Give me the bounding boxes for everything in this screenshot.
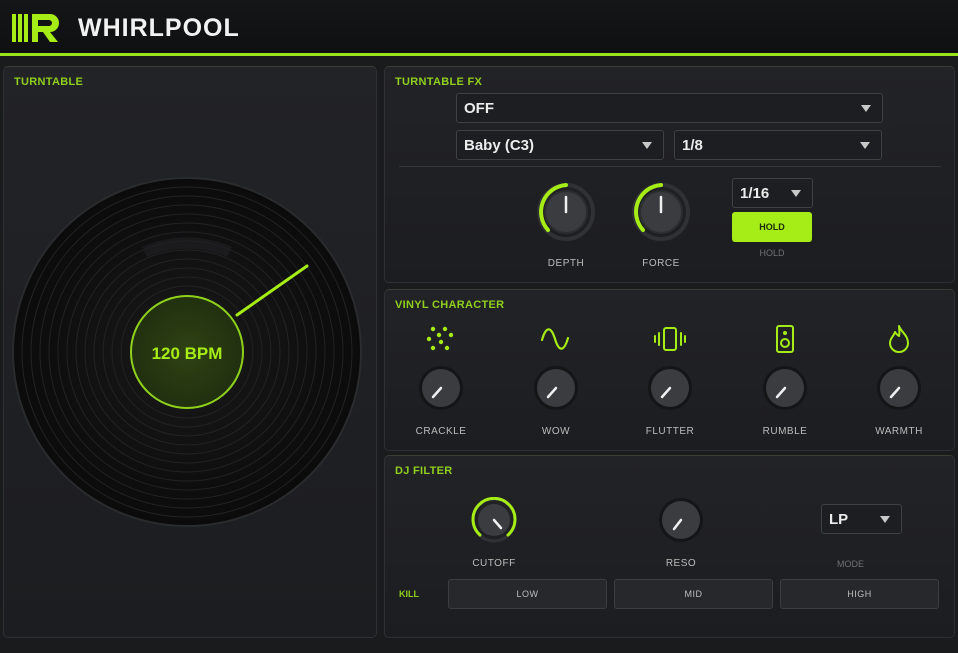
warmth-label: WARMTH: [875, 426, 923, 437]
flutter-knob[interactable]: [647, 365, 693, 411]
chevron-down-icon: [880, 516, 890, 523]
mode-label: MODE: [837, 559, 864, 569]
reso-knob[interactable]: [658, 497, 704, 543]
kill-mid-button[interactable]: MID: [614, 579, 773, 609]
crackle-knob[interactable]: [418, 365, 464, 411]
cutoff-knob[interactable]: [471, 497, 517, 543]
crackle-dots-icon: [426, 326, 454, 351]
chevron-down-icon: [860, 142, 870, 149]
chevron-down-icon: [791, 190, 801, 197]
app-title: WHIRLPOOL: [78, 14, 240, 42]
flame-icon: [889, 325, 909, 353]
turntable-panel: TURNTABLE 120 BPM: [3, 66, 377, 638]
step-select-value: 1/16: [740, 185, 770, 202]
kill-low-button[interactable]: LOW: [448, 579, 607, 609]
logo-icon: [12, 14, 59, 42]
force-knob[interactable]: [631, 182, 691, 242]
vinyl-character-panel: VINYL CHARACTER CRACKLE WOW FLUTTER RUMB…: [384, 289, 955, 451]
depth-knob[interactable]: [536, 182, 596, 242]
fx-title: TURNTABLE FX: [395, 76, 483, 88]
reso-label: RESO: [665, 558, 697, 569]
kill-label: KILL: [399, 589, 419, 599]
chevron-down-icon: [642, 142, 652, 149]
hold-button[interactable]: HOLD: [732, 212, 812, 242]
vinyl-record[interactable]: 120 BPM: [12, 177, 362, 527]
kill-high-button[interactable]: HIGH: [780, 579, 939, 609]
fx-divider: [399, 166, 941, 167]
vinyl-title: VINYL CHARACTER: [395, 299, 505, 311]
mode-select[interactable]: LP: [821, 504, 902, 534]
warmth-knob[interactable]: [876, 365, 922, 411]
dj-filter-panel: DJ FILTER CUTOFF RESO LP MODE KILL LOW M…: [384, 455, 955, 638]
turntable-title: TURNTABLE: [14, 76, 84, 88]
filter-title: DJ FILTER: [395, 465, 453, 477]
depth-label: DEPTH: [547, 258, 585, 269]
rate-select[interactable]: 1/8: [674, 130, 882, 160]
note-select[interactable]: Baby (C3): [456, 130, 664, 160]
rumble-knob[interactable]: [762, 365, 808, 411]
wow-label: WOW: [541, 426, 571, 437]
rate-select-value: 1/8: [682, 137, 703, 154]
effect-select-value: OFF: [464, 100, 494, 117]
step-select[interactable]: 1/16: [732, 178, 813, 208]
flutter-label: FLUTTER: [645, 426, 695, 437]
vibrate-icon: [654, 327, 686, 351]
force-label: FORCE: [642, 258, 680, 269]
crackle-label: CRACKLE: [415, 426, 467, 437]
hold-label: HOLD: [759, 248, 785, 258]
speaker-icon: [776, 325, 794, 353]
wow-knob[interactable]: [533, 365, 579, 411]
bpm-readout: 120 BPM: [152, 344, 223, 363]
mode-select-value: LP: [829, 511, 849, 528]
effect-select[interactable]: OFF: [456, 93, 883, 123]
turntable-fx-panel: TURNTABLE FX OFF Baby (C3) 1/8 DEPTH FOR…: [384, 66, 955, 283]
rumble-label: RUMBLE: [762, 426, 808, 437]
note-select-value: Baby (C3): [464, 137, 535, 154]
chevron-down-icon: [861, 105, 871, 112]
app-header: WHIRLPOOL: [0, 0, 958, 56]
cutoff-label: CUTOFF: [472, 558, 516, 569]
sine-wave-icon: [540, 328, 570, 350]
